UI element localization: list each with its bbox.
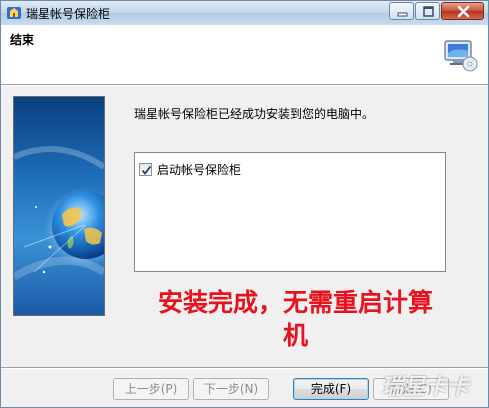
options-panel: 启动帐号保险柜 [134, 152, 446, 272]
header-panel: 结束 [1, 25, 488, 84]
checkmark-icon [141, 165, 152, 175]
title-bar[interactable]: 瑞星帐号保险柜 [1, 1, 488, 25]
watermark-logo: 瑞星卡卡 [381, 375, 470, 400]
close-icon [457, 5, 470, 18]
next-button[interactable]: 下一步(N) [193, 378, 269, 400]
minimize-icon [397, 12, 408, 17]
app-icon [7, 7, 21, 19]
launch-option[interactable]: 启动帐号保险柜 [139, 161, 241, 178]
launch-checkbox[interactable] [139, 163, 152, 176]
launch-checkbox-label: 启动帐号保险柜 [157, 163, 242, 177]
red-annotation: 安装完成，无需重启计算 机 [123, 286, 468, 352]
globe-banner [13, 96, 105, 316]
success-message: 瑞星帐号保险柜已经成功安装到您的电脑中。 [134, 107, 375, 121]
back-button[interactable]: 上一步(P) [113, 378, 189, 400]
maximize-icon [423, 6, 434, 17]
annotation-line-1: 安装完成，无需重启计算 [157, 288, 433, 317]
header-divider [1, 84, 488, 86]
window-controls [388, 2, 484, 20]
close-button[interactable] [441, 2, 484, 20]
installer-window: 瑞星帐号保险柜 结束 瑞星帐号保险柜已经成功安装到您的电脑中。 启动帐号保险柜 … [0, 0, 489, 408]
window-title: 瑞星帐号保险柜 [26, 7, 111, 21]
minimize-button[interactable] [389, 2, 414, 20]
finish-button[interactable]: 完成(F) [293, 378, 369, 400]
page-title: 结束 [10, 33, 35, 47]
maximize-button[interactable] [415, 2, 440, 20]
annotation-line-2: 机 [282, 321, 308, 350]
globe-icon [14, 146, 104, 281]
monitor-disc-icon [444, 40, 478, 72]
